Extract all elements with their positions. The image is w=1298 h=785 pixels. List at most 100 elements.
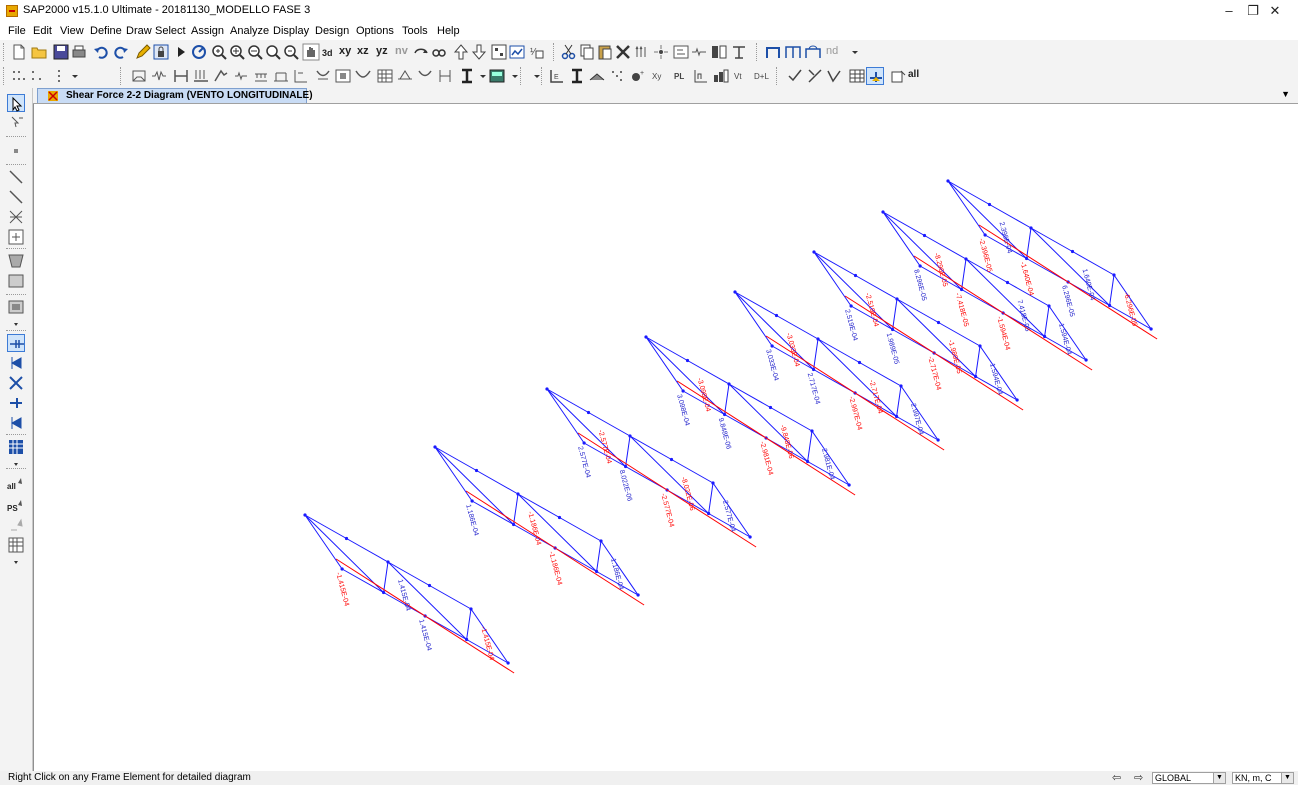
assign-gravity-icon[interactable]: [292, 67, 310, 85]
truss-joint[interactable]: [1047, 304, 1051, 308]
show-virtual-work-icon[interactable]: [354, 67, 372, 85]
forward-arrow-icon[interactable]: ⇨: [1134, 771, 1143, 784]
show-forces-icon[interactable]: [710, 43, 728, 61]
truss-diagonal[interactable]: [975, 345, 981, 377]
truss-8[interactable]: -2.396E-05 2.396E-04-1.640E-04 1.640E-046.…: [946, 179, 1158, 340]
quick-draw-secondary-icon[interactable]: [7, 228, 25, 246]
draw-rect-area-icon[interactable]: [7, 272, 25, 290]
draw-frame-cable-icon[interactable]: [7, 168, 25, 186]
chevron-down-icon[interactable]: [474, 67, 486, 85]
truss-joint[interactable]: [340, 567, 344, 571]
truss-joint[interactable]: [918, 264, 922, 268]
truss-joint[interactable]: [595, 569, 599, 574]
truss-diagonal[interactable]: [708, 482, 714, 514]
truss-joint[interactable]: [685, 358, 690, 363]
show-mode-shape-icon[interactable]: [334, 67, 352, 85]
perspective-icon[interactable]: [430, 43, 448, 61]
truss-joint[interactable]: [1025, 256, 1029, 261]
chevron-down-icon[interactable]: [846, 43, 858, 61]
truss-joint[interactable]: [946, 179, 950, 183]
truss-diagonal[interactable]: [513, 493, 519, 525]
delete-icon[interactable]: [614, 43, 632, 61]
assign-springs-icon[interactable]: [150, 67, 168, 85]
cut-icon[interactable]: [560, 43, 578, 61]
truss-4[interactable]: 3.098E-04 -3.098E-049.848E-06 -9.848E-06-2…: [644, 335, 856, 496]
zoom-window-icon[interactable]: [210, 43, 228, 61]
assign-loads-icon[interactable]: [192, 67, 210, 85]
truss-joint[interactable]: [978, 344, 982, 348]
truss-post[interactable]: [947, 180, 986, 236]
chevron-down-icon[interactable]: [528, 67, 540, 85]
truss-diagonal[interactable]: [1109, 274, 1115, 306]
truss-joint[interactable]: [1005, 280, 1010, 285]
truss-joint[interactable]: [469, 607, 473, 611]
truss-joint[interactable]: [599, 539, 603, 543]
new-model-icon[interactable]: [10, 43, 28, 61]
menu-display[interactable]: Display: [273, 25, 309, 37]
object-shrink-icon[interactable]: [490, 43, 508, 61]
truss-joint[interactable]: [512, 522, 516, 527]
pencil-edit-icon[interactable]: [134, 43, 152, 61]
menu-edit[interactable]: Edit: [33, 25, 52, 37]
truss-joint[interactable]: [624, 464, 628, 469]
truss-joint[interactable]: [382, 590, 386, 595]
truss-joint[interactable]: [1029, 226, 1033, 230]
truss-diagonal[interactable]: [813, 338, 819, 370]
truss-joint[interactable]: [983, 233, 987, 237]
area-section-icon[interactable]: [488, 67, 506, 85]
truss-joint[interactable]: [1108, 303, 1112, 308]
draw-poly-area-icon[interactable]: [7, 252, 25, 270]
yz-view-button[interactable]: yz: [376, 45, 388, 57]
truss-joint[interactable]: [636, 593, 640, 597]
load-patterns-icon[interactable]: PL: [672, 67, 690, 85]
units-select[interactable]: KN, m, C ▼: [1232, 772, 1294, 784]
undo-icon[interactable]: [92, 43, 110, 61]
xy-view-button[interactable]: xy: [339, 45, 351, 57]
tendon-section-icon[interactable]: [608, 67, 626, 85]
truss-joint[interactable]: [857, 360, 862, 365]
show-solid-stresses-icon[interactable]: [396, 67, 414, 85]
hinge-properties-icon[interactable]: Xy: [650, 67, 668, 85]
truss-joint[interactable]: [628, 434, 632, 438]
back-arrow-icon[interactable]: ⇦: [1112, 771, 1121, 784]
menu-tools[interactable]: Tools: [402, 25, 428, 37]
assign-joint-icon[interactable]: [130, 67, 148, 85]
menu-options[interactable]: Options: [356, 25, 394, 37]
truss-post[interactable]: [645, 336, 684, 392]
select-all-button[interactable]: all: [908, 69, 919, 80]
open-icon[interactable]: [30, 43, 48, 61]
draw-solid-icon[interactable]: [7, 394, 25, 412]
frame-sections-icon[interactable]: [690, 43, 708, 61]
check-structure-icon[interactable]: [786, 67, 804, 85]
truss-joint[interactable]: [812, 367, 816, 372]
zoom-previous-icon[interactable]: [282, 43, 300, 61]
chevron-down-icon[interactable]: [506, 67, 518, 85]
truss-joint[interactable]: [545, 387, 549, 391]
truss-joint[interactable]: [768, 405, 773, 410]
truss-joint[interactable]: [557, 515, 562, 520]
frame-section-properties-icon[interactable]: E: [548, 67, 566, 85]
chevron-down-icon[interactable]: [7, 554, 25, 564]
menu-define[interactable]: Define: [90, 25, 122, 37]
truss-post[interactable]: [546, 388, 585, 444]
truss-joint[interactable]: [816, 337, 820, 341]
3d-view-icon[interactable]: 3d: [321, 43, 339, 61]
shear-force-diagram[interactable]: -1.415E-04 1.415E-04 1.415E-04 -1.415E-04 1.…: [34, 104, 1298, 771]
select-toggle-icon[interactable]: ¹⁄: [528, 43, 546, 61]
run-analysis-icon[interactable]: [172, 43, 190, 61]
truss-joint[interactable]: [470, 499, 474, 503]
truss-joint[interactable]: [891, 327, 895, 332]
draw-tendon-icon[interactable]: [7, 414, 25, 432]
truss-joint[interactable]: [1149, 327, 1153, 331]
truss-1[interactable]: -1.415E-04 1.415E-04 1.415E-04 -1.415E-04: [303, 513, 515, 674]
truss-joint[interactable]: [344, 536, 349, 541]
menu-select[interactable]: Select: [155, 25, 186, 37]
truss-joint[interactable]: [810, 429, 814, 433]
pointer-check-icon[interactable]: [806, 67, 824, 85]
replicate-icon[interactable]: [634, 43, 652, 61]
draw-moment-icon[interactable]: [804, 43, 822, 61]
show-plane-stresses-icon[interactable]: [416, 67, 434, 85]
truss-joint[interactable]: [586, 410, 591, 415]
selected-display-icon[interactable]: [866, 67, 884, 85]
reshaper-icon[interactable]: [7, 114, 25, 132]
